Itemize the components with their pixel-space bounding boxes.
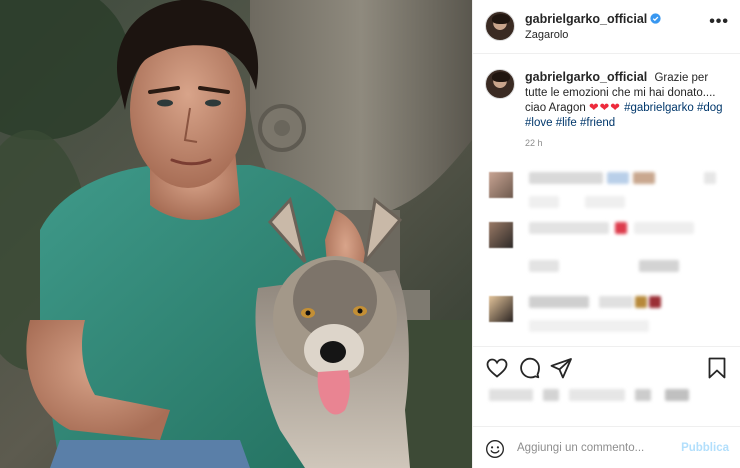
comment-blur bbox=[635, 296, 647, 308]
hashtag-friend[interactable]: #friend bbox=[580, 117, 615, 129]
likes-blur bbox=[569, 389, 625, 401]
hashtag-life[interactable]: #life bbox=[556, 117, 577, 129]
comment-blurred bbox=[489, 296, 725, 332]
caption-username[interactable]: gabrielgarko_official bbox=[525, 70, 647, 84]
comment-blur bbox=[529, 296, 589, 308]
comment-blur bbox=[529, 222, 609, 234]
comment-bubble-icon[interactable] bbox=[517, 356, 541, 380]
likes-blur bbox=[635, 389, 651, 401]
comment-blurred bbox=[489, 172, 725, 208]
likes-blur bbox=[665, 389, 689, 401]
hashtag-love[interactable]: #love bbox=[525, 117, 553, 129]
post-photo[interactable] bbox=[0, 0, 472, 468]
add-comment-bar: Pubblica bbox=[473, 426, 740, 468]
likes-summary-blurred bbox=[489, 389, 725, 403]
likes-blur bbox=[489, 389, 533, 401]
smiley-icon[interactable] bbox=[485, 439, 505, 459]
instagram-post: gabrielgarko_official Zagarolo ••• gabri… bbox=[0, 0, 740, 468]
comment-blur bbox=[639, 260, 679, 272]
comment-blur bbox=[607, 172, 629, 184]
comment-blur bbox=[615, 222, 627, 234]
verified-badge-icon bbox=[650, 13, 661, 24]
comment-blurred bbox=[489, 222, 725, 272]
caption-text: gabrielgarko_official Grazie per tutte l… bbox=[525, 70, 729, 131]
more-options-icon[interactable]: ••• bbox=[709, 13, 729, 31]
comment-blur bbox=[649, 296, 661, 308]
post-caption: gabrielgarko_official Grazie per tutte l… bbox=[473, 54, 740, 146]
paper-plane-icon[interactable] bbox=[549, 356, 573, 380]
comment-avatar bbox=[489, 296, 513, 322]
heart-icon[interactable] bbox=[485, 356, 509, 380]
post-actions bbox=[473, 346, 740, 386]
comment-blur bbox=[599, 296, 633, 308]
publish-button[interactable]: Pubblica bbox=[681, 442, 729, 454]
comment-input[interactable] bbox=[517, 439, 677, 457]
comment-blur bbox=[529, 172, 603, 184]
heart-emojis: ❤❤❤ bbox=[588, 102, 621, 114]
hashtag-dog[interactable]: #dog bbox=[697, 102, 723, 114]
comment-avatar bbox=[489, 222, 513, 248]
comment-blur bbox=[529, 260, 559, 272]
caption-author-avatar[interactable] bbox=[485, 69, 515, 99]
comment-blur bbox=[704, 172, 716, 184]
comment-blur bbox=[529, 196, 559, 208]
bookmark-icon[interactable] bbox=[705, 356, 729, 380]
author-username-text[interactable]: gabrielgarko_official bbox=[525, 12, 647, 26]
post-location[interactable]: Zagarolo bbox=[525, 29, 568, 41]
hashtag-gabrielgarko[interactable]: #gabrielgarko bbox=[624, 102, 694, 114]
comment-avatar bbox=[489, 172, 513, 198]
man-with-dog-image bbox=[0, 0, 472, 468]
post-header: gabrielgarko_official Zagarolo ••• bbox=[473, 0, 740, 54]
comment-blur bbox=[633, 172, 655, 184]
post-side-panel: gabrielgarko_official Zagarolo ••• gabri… bbox=[472, 0, 740, 468]
comment-blur bbox=[585, 196, 625, 208]
comment-blur bbox=[634, 222, 694, 234]
author-username[interactable]: gabrielgarko_official bbox=[525, 12, 661, 26]
likes-blur bbox=[543, 389, 559, 401]
author-avatar[interactable] bbox=[485, 11, 515, 41]
caption-timestamp: 22 h bbox=[525, 138, 543, 146]
comment-blur bbox=[529, 320, 649, 332]
